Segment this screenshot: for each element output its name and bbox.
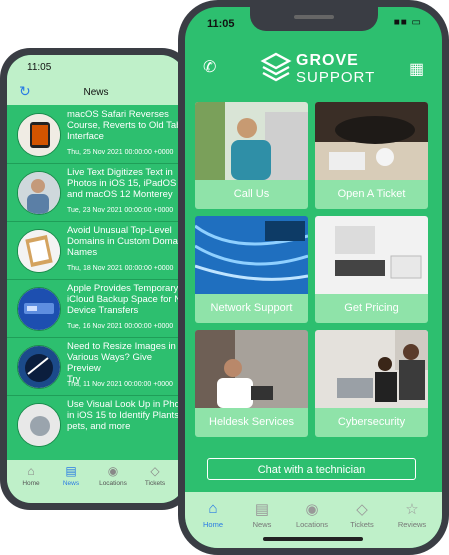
tab-locations[interactable]: ◉ Locations (287, 500, 337, 529)
front-phone: 11:05 ■■ ▭ ✆ GROVE SUPPORT ▦ Call Us Ope… (178, 0, 449, 555)
news-date: Thu, 11 Nov 2021 00:00:00 +0000 (67, 381, 173, 388)
tile-label: Network Support (195, 294, 308, 323)
tile-photo (195, 102, 308, 180)
news-date: Thu, 25 Nov 2021 00:00:00 +0000 (67, 149, 174, 156)
tile-label: Heldesk Services (195, 408, 308, 437)
list-item[interactable]: Apple Provides Temporary iCloud Backup S… (7, 279, 185, 338)
tab-label: Home (22, 480, 40, 487)
tab-bar: ⌂ Home ▤ News ◉ Locations ◇ Tickets (7, 460, 185, 503)
tab-label: Locations (99, 480, 127, 487)
list-item[interactable]: Avoid Unusual Top-Level Domains in Custo… (7, 221, 185, 280)
news-thumbnail (17, 287, 61, 331)
news-thumbnail (17, 113, 61, 157)
tab-news[interactable]: ▤ News (51, 464, 91, 487)
tile-photo (315, 102, 428, 180)
tab-label: Locations (295, 520, 329, 529)
tile-photo (315, 216, 428, 294)
tile-label: Call Us (195, 180, 308, 209)
star-icon: ☆ (405, 501, 419, 518)
tile-photo (195, 330, 308, 408)
news-headline: Apple Provides Temporary iCloud Backup S… (67, 283, 181, 316)
news-headline: macOS Safari Reverses Course, Reverts to… (67, 109, 182, 142)
tab-news[interactable]: ▤ News (237, 500, 287, 529)
back-phone: 11:05 ↻ News macOS Safari Reverses Cours… (0, 48, 192, 510)
list-item[interactable]: Use Visual Look Up in Phot in iOS 15 to … (7, 395, 185, 453)
tile-label: Cybersecurity (315, 408, 428, 437)
tab-tickets[interactable]: ◇ Tickets (337, 500, 387, 529)
news-thumbnail (17, 171, 61, 215)
nav-bar: ↻ News (7, 79, 185, 105)
tab-label: News (62, 480, 80, 487)
ticket-icon: ◇ (356, 501, 368, 518)
tile-network-support[interactable]: Network Support (195, 216, 308, 323)
tab-locations[interactable]: ◉ Locations (93, 464, 133, 487)
news-headline: Need to Resize Images in Various Ways? G… (67, 341, 176, 385)
tile-photo (195, 216, 308, 294)
news-headline: Use Visual Look Up in Phot in iOS 15 to … (67, 399, 183, 432)
status-time: 11:05 (27, 62, 52, 73)
news-thumbnail (17, 345, 61, 389)
tab-label: Reviews (397, 520, 427, 529)
tab-label: Home (202, 520, 223, 529)
tile-photo (315, 330, 428, 408)
calendar-icon[interactable]: ▦ (409, 59, 424, 79)
news-date: Thu, 18 Nov 2021 00:00:00 +0000 (67, 265, 174, 272)
chat-with-technician-button[interactable]: Chat with a technician (207, 458, 416, 480)
status-bar: 11:05 (7, 55, 185, 79)
home-icon: ⌂ (27, 464, 35, 478)
tab-reviews[interactable]: ☆ Reviews (387, 500, 437, 529)
status-time: 11:05 (207, 18, 235, 30)
tab-tickets[interactable]: ◇ Tickets (135, 464, 175, 487)
tab-home[interactable]: ⌂ Home (11, 464, 51, 487)
brand-tagline: SUPPORT (296, 69, 376, 86)
speaker (294, 15, 334, 19)
tile-open-ticket[interactable]: Open A Ticket (315, 102, 428, 209)
phone-vibrate-icon[interactable]: ✆ (203, 57, 216, 77)
list-item[interactable]: Live Text Digitizes Text in Photos in iO… (7, 163, 185, 222)
tile-call-us[interactable]: Call Us (195, 102, 308, 209)
tab-label: Tickets (350, 520, 374, 529)
tile-label: Get Pricing (315, 294, 428, 323)
tile-helpdesk-services[interactable]: Heldesk Services (195, 330, 308, 437)
front-phone-screen: 11:05 ■■ ▭ ✆ GROVE SUPPORT ▦ Call Us Ope… (185, 7, 442, 548)
news-headline: Live Text Digitizes Text in Photos in iO… (67, 167, 184, 200)
news-headline: Avoid Unusual Top-Level Domains in Custo… (67, 225, 180, 258)
news-date: Tue, 23 Nov 2021 00:00:00 +0000 (67, 207, 174, 214)
back-phone-screen: 11:05 ↻ News macOS Safari Reverses Cours… (7, 55, 185, 503)
tile-label: Open A Ticket (315, 180, 428, 209)
news-thumbnail (17, 403, 61, 447)
brand-logo-icon (260, 52, 292, 82)
news-thumbnail (17, 229, 61, 273)
ticket-icon: ◇ (150, 464, 160, 478)
tile-get-pricing[interactable]: Get Pricing (315, 216, 428, 323)
news-date: Tue, 16 Nov 2021 00:00:00 +0000 (67, 323, 174, 330)
news-icon: ▤ (65, 464, 77, 478)
home-icon: ⌂ (208, 500, 218, 517)
tile-cybersecurity[interactable]: Cybersecurity (315, 330, 428, 437)
list-item[interactable]: Need to Resize Images in Various Ways? G… (7, 337, 185, 396)
location-pin-icon: ◉ (305, 501, 319, 518)
news-list[interactable]: macOS Safari Reverses Course, Reverts to… (7, 105, 185, 460)
news-icon: ▤ (254, 501, 270, 518)
brand-name: GROVE (296, 52, 359, 69)
home-indicator (263, 537, 363, 541)
tab-label: News (252, 520, 272, 529)
list-item[interactable]: macOS Safari Reverses Course, Reverts to… (7, 105, 185, 164)
tab-label: Tickets (144, 480, 166, 487)
tab-home[interactable]: ⌂ Home (188, 500, 238, 529)
signal-battery-icon: ■■ ▭ (393, 17, 422, 28)
notch (250, 7, 378, 31)
location-pin-icon: ◉ (107, 464, 119, 478)
nav-title: News (83, 87, 109, 98)
